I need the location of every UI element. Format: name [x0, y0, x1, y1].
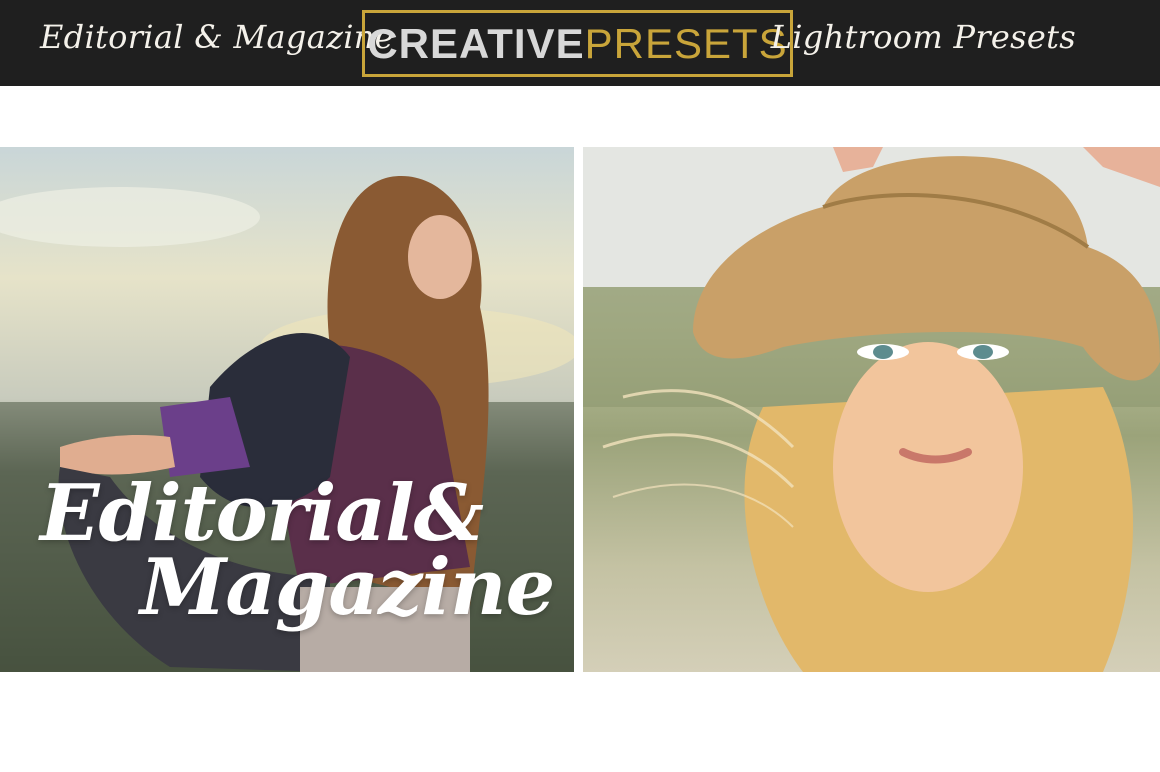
woman-hat-illustration [583, 147, 1160, 672]
portrait-photo-panel [583, 147, 1160, 672]
logo-text: CREATIVEPRESETS [367, 19, 788, 67]
editorial-photo-panel: Editorial& Magazine [0, 147, 574, 672]
creative-presets-logo: CREATIVEPRESETS [362, 10, 793, 77]
header-left-title: Editorial & Magazine [40, 18, 394, 56]
editorial-magazine-overlay: Editorial& Magazine [40, 475, 555, 634]
logo-presets: PRESETS [584, 19, 788, 67]
logo-creative: CREATIVE [367, 19, 585, 67]
top-banner: Editorial & Magazine CREATIVEPRESETS Lig… [0, 0, 1160, 86]
overlay-line-2: Magazine [140, 542, 555, 634]
header-right-title: Lightroom Presets [770, 18, 1076, 56]
